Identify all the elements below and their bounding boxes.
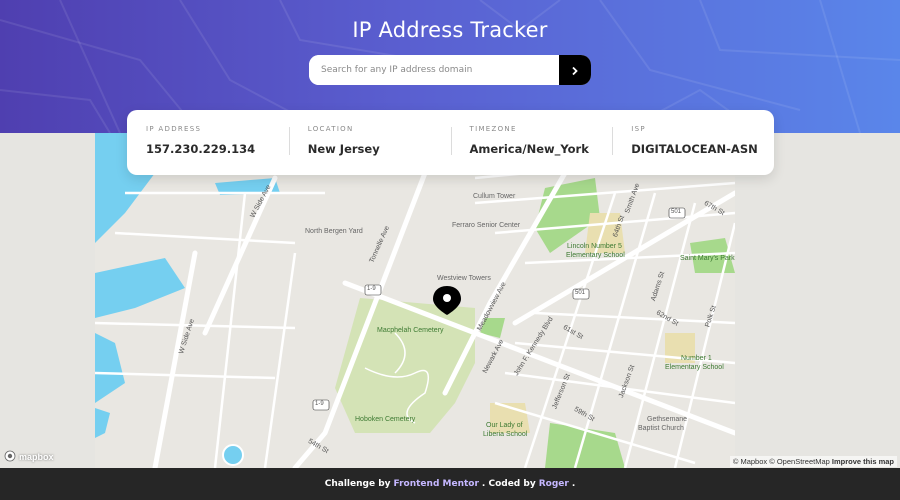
mapbox-logo-text: mapbox (19, 452, 54, 462)
map-attribution: © Mapbox © OpenStreetMap Improve this ma… (729, 456, 897, 467)
map-label-ferraro: Ferraro Senior Center (452, 222, 521, 229)
map-label-north-bergen: North Bergen Yard (305, 228, 363, 235)
ip-info-card: IP ADDRESS 157.230.229.134 LOCATION New … (127, 110, 774, 175)
search-bar (309, 55, 591, 85)
map-label-number1: Number 1 (681, 355, 712, 362)
ip-address-cell: IP ADDRESS 157.230.229.134 (127, 121, 289, 165)
attribution-mapbox-link[interactable]: © Mapbox (733, 457, 767, 466)
mapbox-icon (4, 450, 16, 464)
route-shield-1-9-b: 1-9 (315, 401, 324, 407)
location-label: LOCATION (307, 124, 354, 133)
map-label-gethsemane: Gethsemane (647, 416, 688, 423)
route-shield-501-b: 501 (671, 209, 682, 215)
map-label-westview: Westview Towers (437, 275, 491, 282)
route-shield-501: 501 (575, 290, 586, 296)
map-label-cullum: Cullum Tower (473, 193, 516, 200)
ip-address-label: IP ADDRESS (146, 124, 202, 133)
location-value: New Jersey (307, 141, 380, 156)
map-label-st-marys: Saint Mary's Park (680, 255, 735, 262)
mapbox-logo[interactable]: mapbox (4, 450, 54, 464)
map[interactable]: Cullum Tower Ferraro Senior Center North… (95, 133, 735, 468)
author-link[interactable]: Roger (539, 479, 569, 489)
page-title: IP Address Tracker (352, 18, 548, 42)
timezone-label: TIMEZONE (469, 124, 517, 133)
map-label-our-lady: Our Lady of (486, 422, 523, 429)
map-label-gethsemane-2: Baptist Church (638, 425, 684, 432)
map-label-number1-2: Elementary School (665, 364, 724, 371)
location-cell: LOCATION New Jersey (288, 121, 451, 165)
chevron-right-icon (570, 61, 580, 80)
ip-address-value: 157.230.229.134 (146, 141, 256, 156)
search-input[interactable] (309, 55, 559, 85)
improve-map-link[interactable]: Improve this map (832, 457, 894, 466)
isp-value: DIGITALOCEAN-ASN (631, 141, 758, 156)
search-button[interactable] (559, 55, 591, 85)
isp-cell: ISP DIGITALOCEAN-ASN (612, 121, 774, 165)
map-margin-left (0, 133, 95, 468)
map-label-lincoln: Lincoln Number 5 (567, 243, 622, 250)
frontend-mentor-link[interactable]: Frontend Mentor (394, 479, 479, 489)
timezone-cell: TIMEZONE America/New_York (450, 121, 613, 165)
footer-middle: . Coded by (481, 479, 536, 489)
attribution-osm-link[interactable]: © OpenStreetMap (769, 457, 830, 466)
footer: Challenge by Frontend Mentor. Coded by R… (0, 468, 900, 500)
timezone-value: America/New_York (469, 141, 589, 156)
map-margin-right (735, 133, 900, 468)
footer-suffix: . (571, 479, 576, 489)
footer-prefix: Challenge by (324, 479, 391, 489)
map-label-our-lady-2: Liberia School (483, 431, 528, 438)
map-label-macphelah: Macphelah Cemetery (377, 327, 444, 334)
route-shield-1-9: 1-9 (367, 286, 376, 292)
isp-label: ISP (631, 124, 646, 133)
map-label-lincoln-2: Elementary School (566, 252, 625, 259)
map-label-hoboken: Hoboken Cemetery (355, 416, 416, 423)
